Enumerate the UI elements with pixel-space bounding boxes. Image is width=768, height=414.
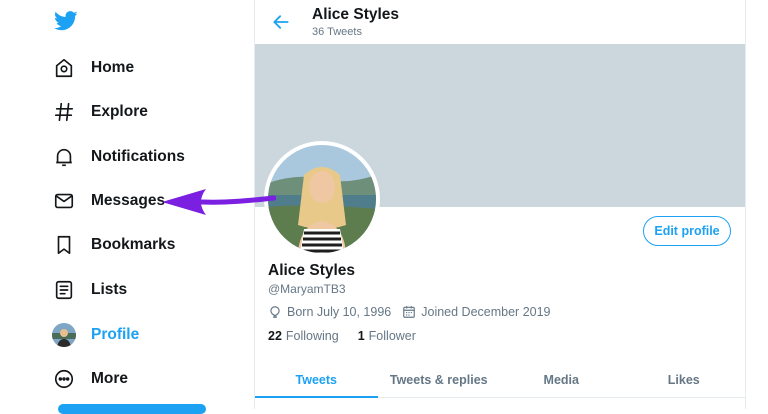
tab-tweets-replies[interactable]: Tweets & replies: [378, 362, 501, 397]
hashtag-icon: [52, 100, 76, 124]
following-link[interactable]: 22 Following: [268, 329, 339, 343]
sidebar-item-explore[interactable]: Explore: [52, 97, 148, 127]
sidebar-item-label: Lists: [91, 281, 128, 298]
avatar: [52, 323, 76, 347]
following-label: Following: [285, 329, 339, 343]
tweet-button[interactable]: [58, 404, 206, 414]
sidebar-item-profile[interactable]: Profile: [52, 320, 139, 350]
profile-tabs: Tweets Tweets & replies Media Likes: [255, 362, 745, 398]
following-count: 22: [268, 329, 282, 343]
sidebar-item-lists[interactable]: Lists: [52, 275, 127, 305]
sidebar-item-label: Explore: [91, 103, 148, 120]
profile-header: Alice Styles 36 Tweets: [255, 0, 745, 44]
followers-label: Follower: [368, 329, 416, 343]
birthday-text: Born July 10, 1996: [287, 305, 392, 319]
bookmark-icon: [52, 233, 76, 257]
followers-count: 1: [357, 329, 365, 343]
balloon-icon: [268, 305, 282, 319]
annotation-arrow-icon: [162, 189, 276, 215]
home-icon: [52, 56, 76, 80]
sidebar-item-label: Messages: [91, 192, 166, 209]
profile-meta: Born July 10, 1996 Joined December 2019: [268, 303, 551, 321]
sidebar-item-home[interactable]: Home: [52, 53, 134, 83]
follow-stats: 22 Following 1 Follower: [268, 329, 416, 343]
tab-tweets[interactable]: Tweets: [255, 362, 378, 398]
followers-link[interactable]: 1 Follower: [358, 329, 416, 343]
more-circle-icon: [52, 367, 76, 391]
profile-column: Alice Styles 36 Tweets Edit profile Alic…: [254, 0, 746, 409]
tab-likes[interactable]: Likes: [623, 362, 746, 397]
edit-profile-button[interactable]: Edit profile: [643, 216, 731, 246]
profile-name: Alice Styles: [268, 262, 356, 279]
profile-handle: @MaryamTB3: [268, 282, 346, 296]
twitter-logo-icon[interactable]: [54, 10, 78, 32]
sidebar-item-bookmarks[interactable]: Bookmarks: [52, 230, 175, 260]
sidebar-item-messages[interactable]: Messages: [52, 186, 165, 216]
envelope-icon: [52, 189, 76, 213]
joined-text: Joined December 2019: [421, 305, 551, 319]
profile-avatar[interactable]: [264, 141, 380, 257]
sidebar-item-label: Bookmarks: [91, 236, 176, 253]
sidebar-item-notifications[interactable]: Notifications: [52, 142, 185, 172]
calendar-icon: [402, 305, 416, 319]
sidebar-item-more[interactable]: More: [52, 364, 128, 394]
sidebar-item-label: Notifications: [91, 148, 185, 165]
back-arrow-icon[interactable]: [271, 12, 291, 32]
tweet-count: 36 Tweets: [312, 26, 362, 38]
sidebar-item-label: Profile: [91, 326, 140, 343]
list-icon: [52, 278, 76, 302]
tab-media[interactable]: Media: [500, 362, 623, 397]
page-title: Alice Styles: [312, 6, 400, 23]
bell-icon: [52, 145, 76, 169]
sidebar-item-label: Home: [91, 59, 135, 76]
sidebar-item-label: More: [91, 370, 129, 387]
